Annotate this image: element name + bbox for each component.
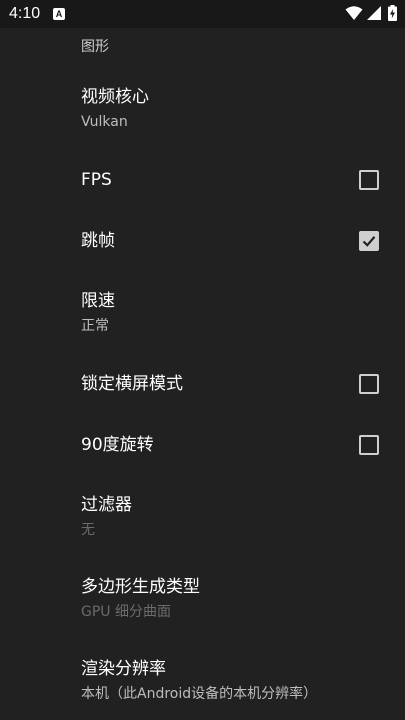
battery-charging-icon xyxy=(388,5,397,21)
setting-title: FPS xyxy=(81,170,112,190)
setting-rotate-90[interactable]: 90度旋转 xyxy=(0,417,405,473)
rotate-90-checkbox[interactable] xyxy=(359,435,379,455)
setting-polygon-generation[interactable]: 多边形生成类型 GPU 细分曲面 xyxy=(0,568,405,632)
setting-value: Vulkan xyxy=(81,114,128,130)
setting-title: 多边形生成类型 xyxy=(81,577,200,597)
setting-lock-landscape[interactable]: 锁定横屏模式 xyxy=(0,356,405,412)
settings-list: 图形 视频核心 Vulkan FPS 跳帧 限速 正常 锁定横屏模式 90度旋转… xyxy=(0,28,405,720)
setting-title: 锁定横屏模式 xyxy=(81,374,183,394)
signal-icon xyxy=(367,6,381,20)
setting-title: 跳帧 xyxy=(81,231,115,251)
status-bar: 4:10 A xyxy=(0,0,405,28)
setting-value: 正常 xyxy=(81,318,109,334)
wifi-icon xyxy=(345,6,363,20)
status-time: 4:10 xyxy=(9,5,41,22)
lock-landscape-checkbox[interactable] xyxy=(359,374,379,394)
setting-frame-skip[interactable]: 跳帧 xyxy=(0,213,405,269)
setting-filter[interactable]: 过滤器 无 xyxy=(0,486,405,550)
setting-video-core[interactable]: 视频核心 Vulkan xyxy=(0,78,405,142)
setting-value: 本机（此Android设备的本机分辨率） xyxy=(81,686,318,702)
checkmark-icon xyxy=(362,236,376,247)
setting-speed-limit[interactable]: 限速 正常 xyxy=(0,282,405,346)
setting-render-resolution[interactable]: 渲染分辨率 本机（此Android设备的本机分辨率） xyxy=(0,650,405,720)
setting-value: 无 xyxy=(81,522,95,538)
setting-title: 视频核心 xyxy=(81,87,149,107)
setting-value: GPU 细分曲面 xyxy=(81,604,171,620)
frame-skip-checkbox[interactable] xyxy=(359,231,379,251)
section-header-graphics: 图形 xyxy=(81,39,109,55)
fps-checkbox[interactable] xyxy=(359,170,379,190)
setting-fps[interactable]: FPS xyxy=(0,152,405,208)
setting-title: 渲染分辨率 xyxy=(81,659,166,679)
setting-title: 限速 xyxy=(81,291,115,311)
notification-icon: A xyxy=(53,8,65,20)
setting-title: 过滤器 xyxy=(81,495,132,515)
setting-title: 90度旋转 xyxy=(81,435,154,455)
